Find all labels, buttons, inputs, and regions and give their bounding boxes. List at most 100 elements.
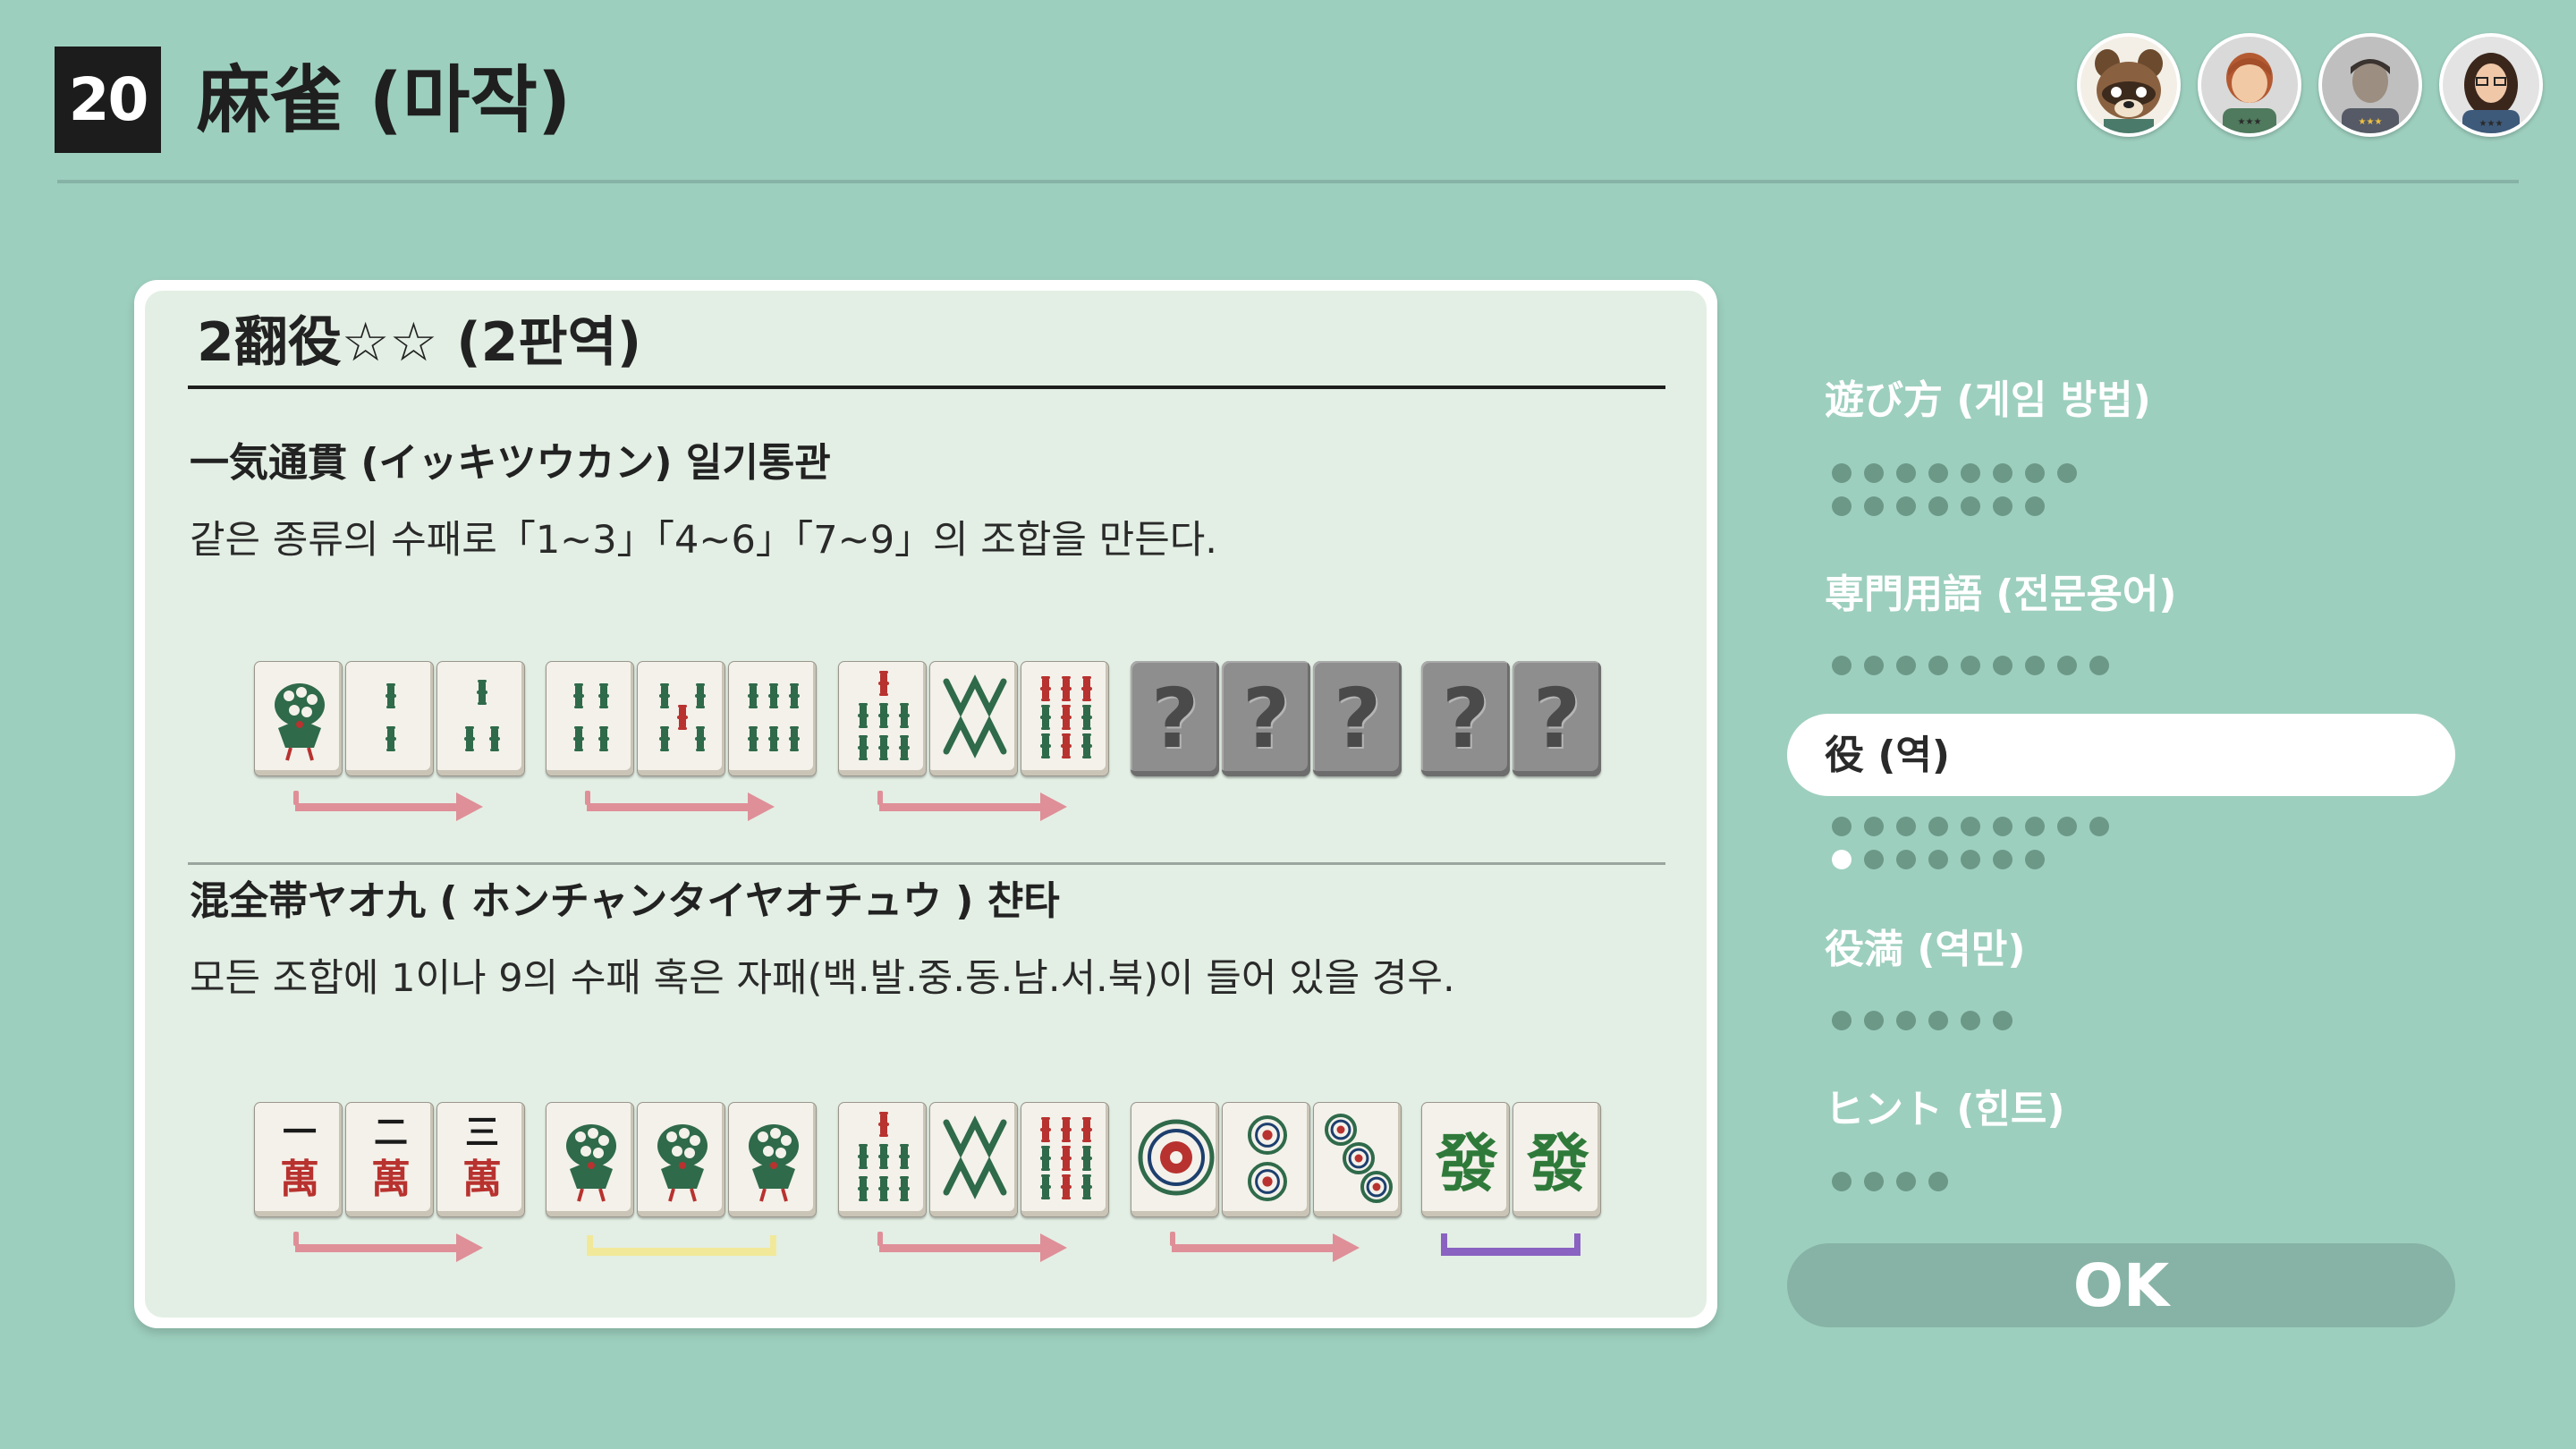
svg-text:發: 發 (1526, 1126, 1589, 1200)
page-dot[interactable] (1961, 463, 1980, 483)
unknown-tile-glyph: ? (1241, 671, 1291, 767)
page-dot[interactable] (1993, 850, 2012, 869)
page-dot[interactable] (1864, 463, 1884, 483)
menu-item-terminology[interactable]: 専門用語 (전문용어) (1825, 568, 2176, 622)
mahjong-tile-pin-1 (1131, 1102, 1219, 1217)
unknown-tile-glyph: ? (1150, 671, 1199, 767)
page-dot[interactable] (1928, 1172, 1948, 1191)
page-dot[interactable] (1993, 1011, 2012, 1030)
page-dot[interactable] (1961, 496, 1980, 516)
page-dot[interactable] (1832, 496, 1852, 516)
menu-item-yakuman[interactable]: 役満 (역만) (1825, 923, 2026, 977)
mahjong-tile-sou-3 (436, 661, 525, 776)
page-dot[interactable] (1832, 1011, 1852, 1030)
yaku-description-chanta: 모든 조합에 1이나 9의 수패 혹은 자패(백.발.중.동.남.서.북)이 들… (190, 956, 1455, 1001)
unknown-tile-glyph: ? (1532, 671, 1581, 767)
ok-button[interactable]: OK (1787, 1243, 2455, 1327)
unknown-tile: ? (1513, 661, 1601, 776)
page-dot[interactable] (1896, 656, 1916, 675)
mahjong-tile-sou-4 (546, 661, 634, 776)
page-dot[interactable] (1961, 850, 1980, 869)
page-dot[interactable] (2057, 656, 2077, 675)
page-dots-terminology (1832, 656, 2122, 675)
page-dot[interactable] (1832, 1172, 1852, 1191)
player-avatar-4: ★★★ (2439, 33, 2543, 137)
page-dot[interactable] (1832, 463, 1852, 483)
page-dot[interactable] (2025, 656, 2045, 675)
player-avatar-3: ★★★ (2318, 33, 2422, 137)
page-dot[interactable] (1896, 817, 1916, 836)
sequence-arrow (585, 791, 775, 821)
page-dot[interactable] (1928, 656, 1948, 675)
page-dot[interactable] (1896, 496, 1916, 516)
page-dot[interactable] (1864, 656, 1884, 675)
page-dot[interactable] (1896, 1011, 1916, 1030)
page-dot[interactable] (1993, 817, 2012, 836)
page-dot[interactable] (1864, 1172, 1884, 1191)
page-dot[interactable] (2025, 850, 2045, 869)
sequence-arrow (877, 791, 1067, 821)
page-dot[interactable] (1864, 496, 1884, 516)
page-dot[interactable] (1864, 850, 1884, 869)
triplet-bracket (587, 1235, 776, 1256)
page-dot[interactable] (1832, 656, 1852, 675)
page-dot[interactable] (1928, 1011, 1948, 1030)
svg-text:發: 發 (1435, 1126, 1498, 1200)
mahjong-tile-sou-8 (929, 661, 1018, 776)
mahjong-tile-sou-1 (637, 1102, 725, 1217)
page-dot[interactable] (1993, 496, 2012, 516)
page-dot[interactable] (1993, 656, 2012, 675)
page-dot[interactable] (1928, 496, 1948, 516)
yaku-title-chanta: 混全帯ヤオ九 ( ホンチャンタイヤオチュウ ) 챤타 (190, 878, 1060, 924)
svg-text:萬: 萬 (462, 1157, 502, 1202)
page-dot[interactable] (1961, 656, 1980, 675)
unknown-tile-glyph: ? (1441, 671, 1490, 767)
page-dot-current[interactable] (1832, 850, 1852, 869)
page-dot[interactable] (2025, 817, 2045, 836)
unknown-tile-glyph: ? (1333, 671, 1382, 767)
unknown-tile: ? (1421, 661, 1510, 776)
menu-item-yaku[interactable]: 役 (역) (1825, 729, 1950, 783)
page-dot[interactable] (2025, 496, 2045, 516)
sequence-arrow (877, 1232, 1067, 1262)
page-dot[interactable] (2057, 463, 2077, 483)
page-dots-how-to-play (1832, 463, 2089, 516)
page-dot[interactable] (1928, 817, 1948, 836)
mahjong-tile-man-1: 一 萬 (254, 1102, 343, 1217)
sequence-arrow (293, 791, 483, 821)
page-dot[interactable] (2025, 463, 2045, 483)
menu-item-how-to-play[interactable]: 遊び方 (게임 방법) (1825, 374, 2151, 428)
mahjong-tile-man-3: 三 萬 (436, 1102, 525, 1217)
yaku-description-ittsu: 같은 종류의 수패로「1~3」「4~6」「7~9」의 조합을 만든다. (190, 518, 1217, 563)
mahjong-tile-sou-1 (728, 1102, 817, 1217)
mahjong-tile-sou-1 (546, 1102, 634, 1217)
mahjong-tile-pin-2 (1222, 1102, 1310, 1217)
mahjong-tile-sou-5 (637, 661, 725, 776)
sequence-arrow (293, 1232, 483, 1262)
page-dot[interactable] (1928, 850, 1948, 869)
page-dot[interactable] (1896, 850, 1916, 869)
page-dot[interactable] (1896, 1172, 1916, 1191)
mahjong-tile-man-2: 二 萬 (345, 1102, 434, 1217)
page-dot[interactable] (1832, 817, 1852, 836)
page-dot[interactable] (1961, 817, 1980, 836)
lesson-number: 20 (55, 47, 161, 153)
mahjong-tile-sou-1 (254, 661, 343, 776)
page-dot[interactable] (2089, 817, 2109, 836)
page-dot[interactable] (1864, 817, 1884, 836)
page-dot[interactable] (1961, 1011, 1980, 1030)
page-dot[interactable] (1896, 463, 1916, 483)
page-dot[interactable] (1993, 463, 2012, 483)
svg-text:一: 一 (283, 1112, 317, 1152)
card-title-divider (188, 386, 1665, 389)
page-dots-hint (1832, 1172, 1961, 1191)
mahjong-tile-pin-3 (1313, 1102, 1402, 1217)
page-dot[interactable] (2089, 656, 2109, 675)
page-dot[interactable] (1928, 463, 1948, 483)
svg-text:二: 二 (374, 1112, 408, 1152)
page-dot[interactable] (1864, 1011, 1884, 1030)
tom-nook-avatar (2077, 33, 2181, 137)
page-dot[interactable] (2057, 817, 2077, 836)
menu-item-hint[interactable]: ヒント (힌트) (1825, 1083, 2065, 1137)
page-dots-yaku (1832, 817, 2122, 869)
